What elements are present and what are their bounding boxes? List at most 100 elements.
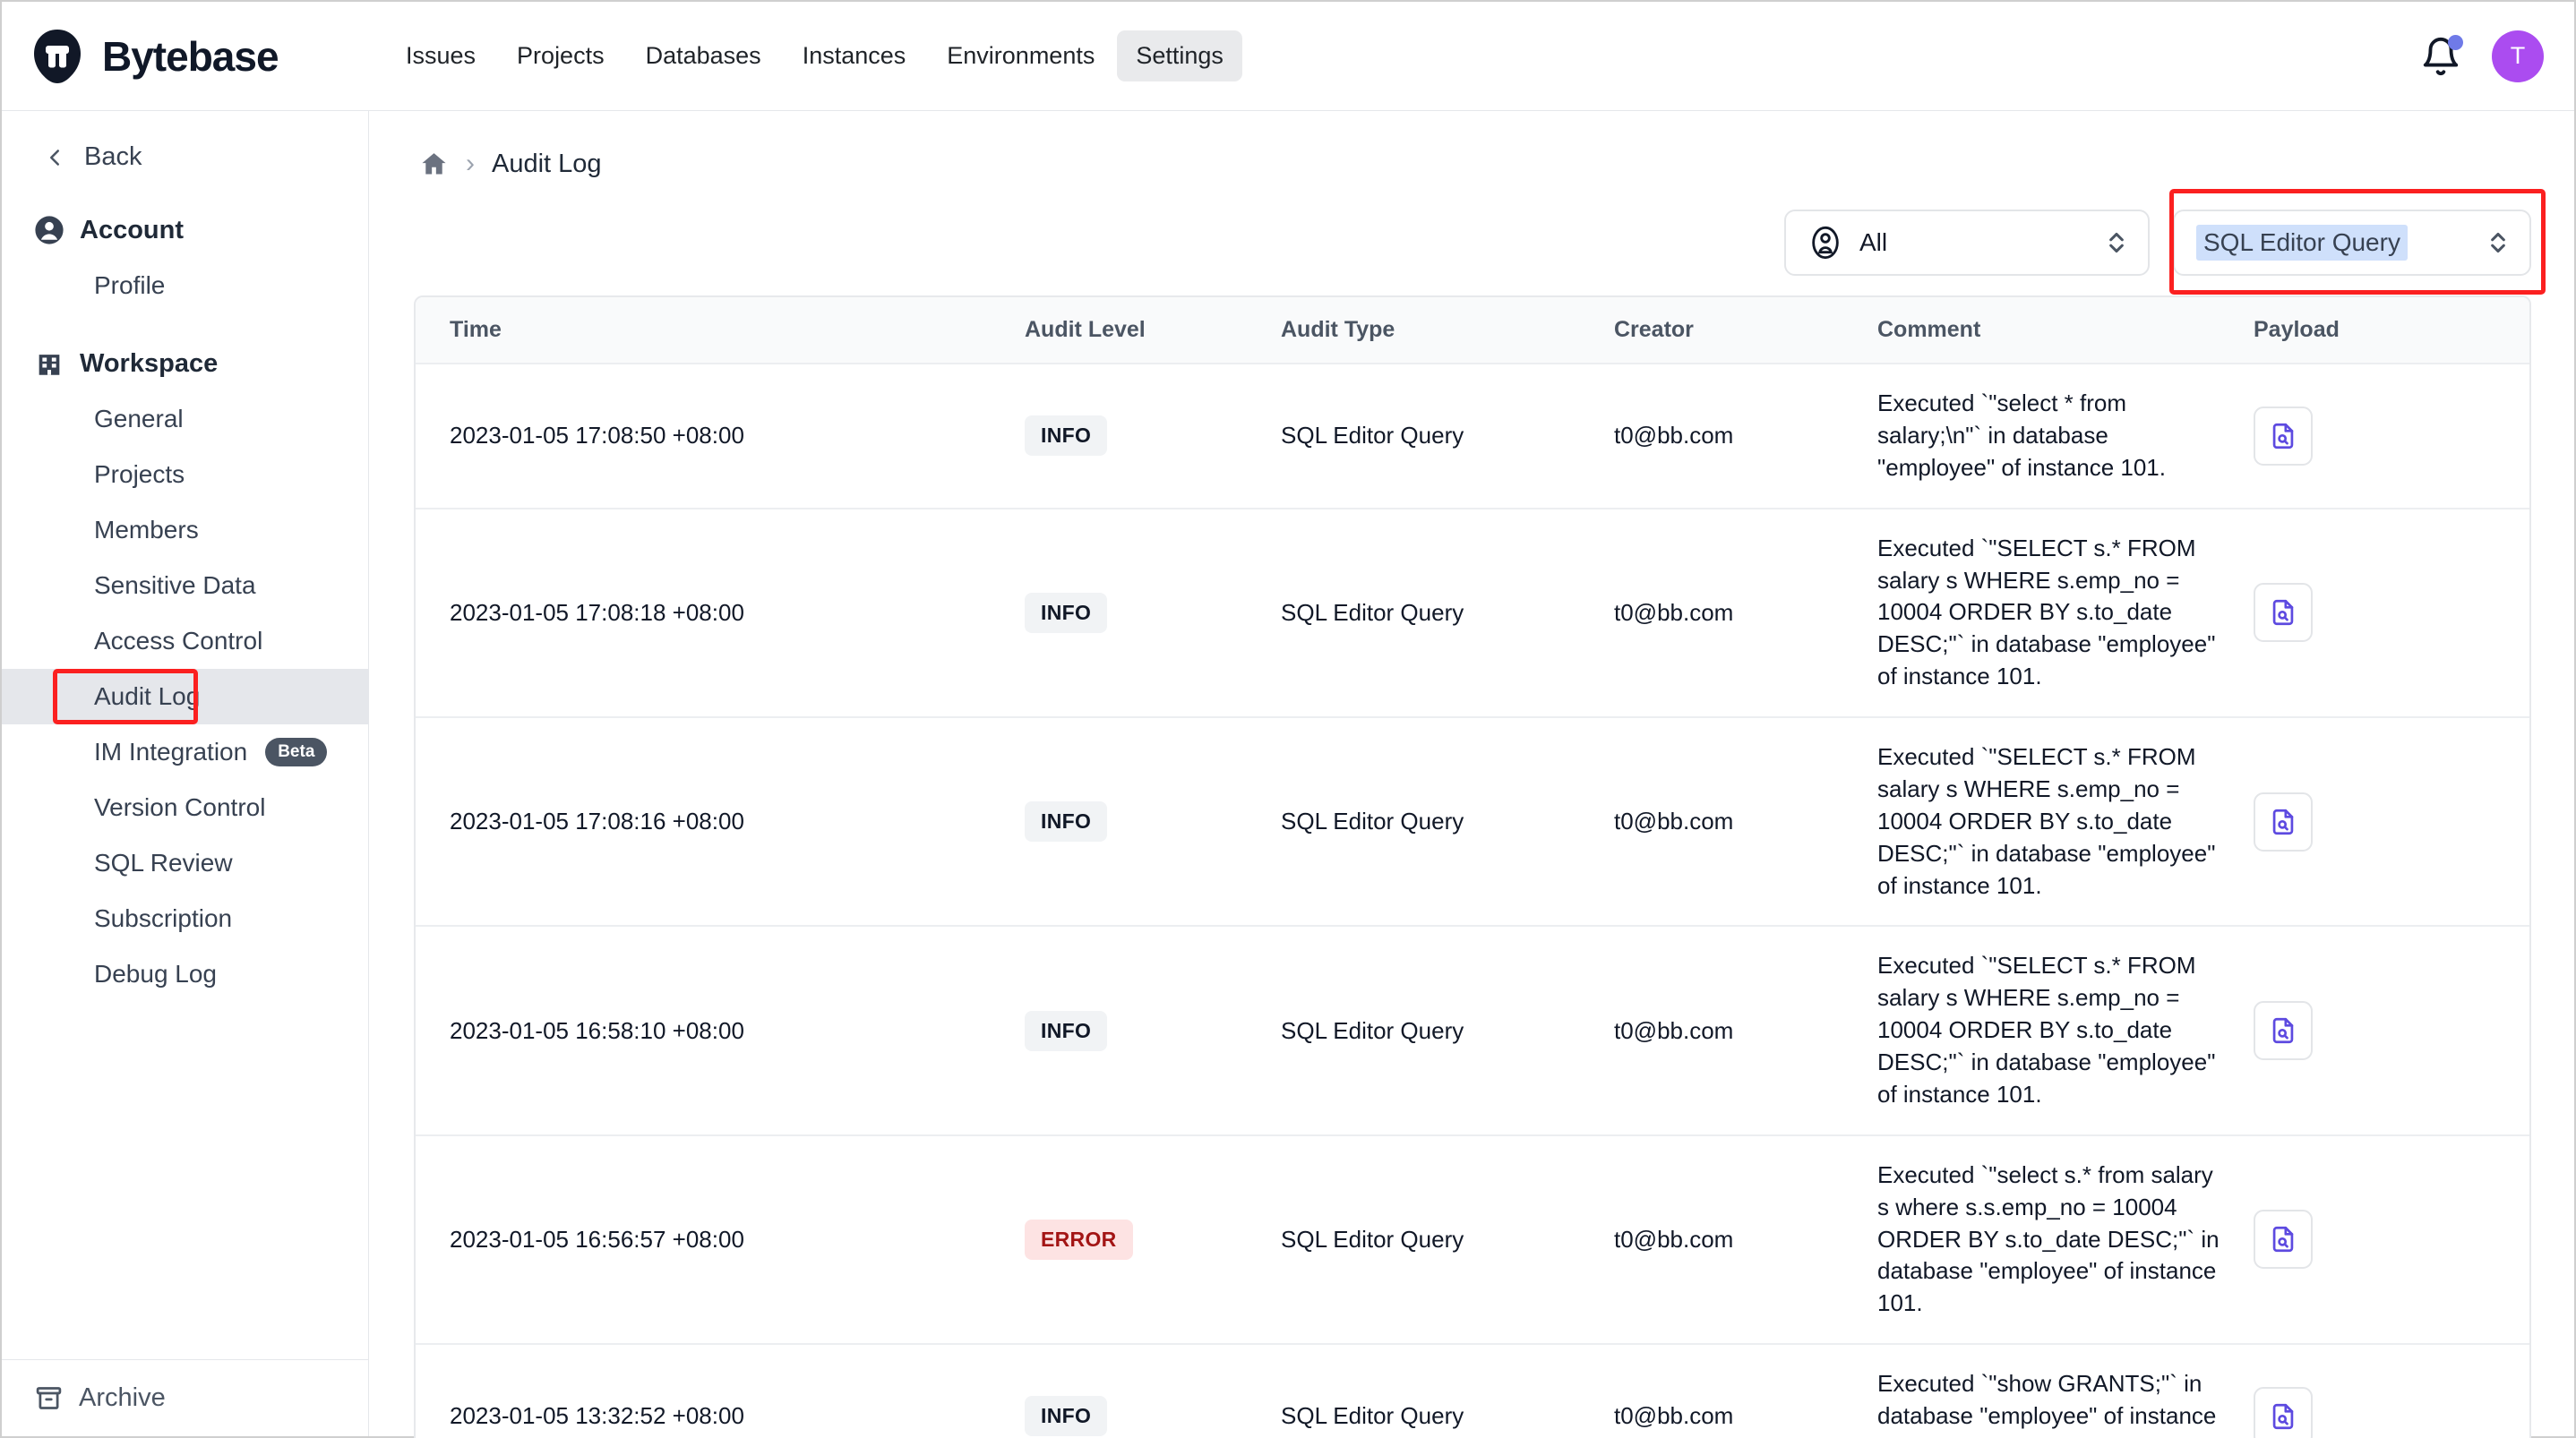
cell-payload xyxy=(2254,717,2529,926)
notification-dot xyxy=(2448,35,2463,50)
column-header-payload[interactable]: Payload xyxy=(2254,297,2529,364)
creator-filter-value: All xyxy=(1859,228,2089,257)
nav-item-issues[interactable]: Issues xyxy=(387,30,494,81)
audit-log-table: Time Audit Level Audit Type Creator Comm… xyxy=(416,297,2529,1438)
cell-creator: t0@bb.com xyxy=(1614,1344,1877,1438)
brand-logo-link[interactable]: Bytebase xyxy=(2,28,369,85)
payload-view-button[interactable] xyxy=(2254,1001,2313,1060)
payload-view-button[interactable] xyxy=(2254,1210,2313,1269)
sidebar-item-label: Members xyxy=(94,516,199,544)
sidebar-item-label: Version Control xyxy=(94,793,265,822)
cell-time: 2023-01-05 16:56:57 +08:00 xyxy=(416,1135,1025,1344)
person-circle-icon xyxy=(1807,225,1843,261)
sidebar-item-archive[interactable]: Archive xyxy=(2,1359,368,1436)
status-badge: INFO xyxy=(1025,1011,1107,1051)
sidebar-item-subscription[interactable]: Subscription xyxy=(2,891,368,946)
sidebar-item-projects[interactable]: Projects xyxy=(2,447,368,502)
cell-audit-type: SQL Editor Query xyxy=(1281,717,1614,926)
nav-item-projects[interactable]: Projects xyxy=(498,30,623,81)
sidebar-group-account: Account xyxy=(2,202,368,258)
table-row[interactable]: 2023-01-05 17:08:16 +08:00INFOSQL Editor… xyxy=(416,717,2529,926)
cell-audit-level: INFO xyxy=(1025,717,1281,926)
status-badge: INFO xyxy=(1025,801,1107,842)
nav-item-environments[interactable]: Environments xyxy=(928,30,1113,81)
sidebar-item-label: Access Control xyxy=(94,627,262,655)
sidebar-item-debug-log[interactable]: Debug Log xyxy=(2,946,368,1002)
status-badge: INFO xyxy=(1025,415,1107,456)
sidebar-item-general[interactable]: General xyxy=(2,391,368,447)
payload-view-button[interactable] xyxy=(2254,1387,2313,1438)
notifications-button[interactable] xyxy=(2420,36,2461,77)
sidebar-item-label: Projects xyxy=(94,460,185,489)
top-right-actions: T xyxy=(2420,30,2544,82)
sidebar-item-label: Profile xyxy=(94,271,165,300)
sidebar-item-members[interactable]: Members xyxy=(2,502,368,558)
cell-audit-level: ERROR xyxy=(1025,1135,1281,1344)
home-icon[interactable] xyxy=(419,150,449,179)
cell-time: 2023-01-05 13:32:52 +08:00 xyxy=(416,1344,1025,1438)
filter-bar: All SQL Editor Query xyxy=(407,210,2538,276)
beta-badge: Beta xyxy=(265,738,327,766)
sidebar-item-label: General xyxy=(94,405,184,433)
sidebar-item-audit-log[interactable]: Audit Log xyxy=(2,669,368,724)
chevron-up-down-icon xyxy=(2486,226,2510,260)
sidebar-back-text: Back xyxy=(84,142,142,172)
payload-view-button[interactable] xyxy=(2254,583,2313,642)
table-row[interactable]: 2023-01-05 16:56:57 +08:00ERROR SQL Edito… xyxy=(416,1135,2529,1344)
sidebar-group-label-account: Account xyxy=(80,216,184,245)
cell-time: 2023-01-05 17:08:18 +08:00 xyxy=(416,509,1025,717)
cell-audit-level: INFO xyxy=(1025,926,1281,1134)
column-header-audit-type[interactable]: Audit Type xyxy=(1281,297,1614,364)
top-navigation-bar: Bytebase Issues Projects Databases Insta… xyxy=(2,2,2574,111)
column-header-audit-level[interactable]: Audit Level xyxy=(1025,297,1281,364)
sidebar-item-version-control[interactable]: Version Control xyxy=(2,780,368,835)
chevron-up-down-icon xyxy=(2105,226,2128,260)
archive-icon xyxy=(34,1383,64,1413)
sidebar-back-button[interactable]: Back xyxy=(2,134,368,180)
sidebar-item-im-integration[interactable]: IM Integration Beta xyxy=(2,724,368,780)
cell-audit-type: SQL Editor Query xyxy=(1281,1344,1614,1438)
cell-audit-type: SQL Editor Query xyxy=(1281,364,1614,509)
table-row[interactable]: 2023-01-05 16:58:10 +08:00INFOSQL Editor… xyxy=(416,926,2529,1134)
audit-type-filter-select[interactable]: SQL Editor Query xyxy=(2173,210,2531,276)
cell-audit-type: SQL Editor Query xyxy=(1281,1135,1614,1344)
cell-comment: Executed `"SELECT s.* FROM salary s WHER… xyxy=(1877,509,2254,717)
cell-comment: Executed `"select s.* from salary s wher… xyxy=(1877,1135,2254,1344)
payload-view-button[interactable] xyxy=(2254,407,2313,466)
bytebase-logo-icon xyxy=(29,28,86,85)
sidebar-group-workspace: Workspace xyxy=(2,336,368,391)
cell-creator: t0@bb.com xyxy=(1614,364,1877,509)
creator-filter-select[interactable]: All xyxy=(1784,210,2150,276)
table-row[interactable]: 2023-01-05 17:08:18 +08:00INFOSQL Editor… xyxy=(416,509,2529,717)
sidebar-item-profile[interactable]: Profile xyxy=(2,258,368,313)
cell-creator: t0@bb.com xyxy=(1614,717,1877,926)
payload-view-button[interactable] xyxy=(2254,792,2313,852)
cell-audit-type: SQL Editor Query xyxy=(1281,926,1614,1134)
status-badge: ERROR xyxy=(1025,1220,1133,1260)
cell-comment: Executed `"show GRANTS;"` in database "e… xyxy=(1877,1344,2254,1438)
sidebar-item-label: IM Integration xyxy=(94,738,247,766)
table-row[interactable]: 2023-01-05 17:08:50 +08:00INFOSQL Editor… xyxy=(416,364,2529,509)
cell-payload xyxy=(2254,1344,2529,1438)
sidebar-item-access-control[interactable]: Access Control xyxy=(2,613,368,669)
main-menu: Issues Projects Databases Instances Envi… xyxy=(387,30,1242,81)
cell-comment: Executed `"SELECT s.* FROM salary s WHER… xyxy=(1877,926,2254,1134)
column-header-time[interactable]: Time xyxy=(416,297,1025,364)
settings-sidebar: Back Account Profile xyxy=(2,111,369,1436)
sidebar-item-label: Audit Log xyxy=(94,682,200,711)
building-icon xyxy=(34,348,64,379)
nav-item-instances[interactable]: Instances xyxy=(784,30,925,81)
table-row[interactable]: 2023-01-05 13:32:52 +08:00INFO SQL Editor… xyxy=(416,1344,2529,1438)
status-badge: INFO xyxy=(1025,1396,1107,1436)
nav-item-settings[interactable]: Settings xyxy=(1117,30,1242,81)
table-body: 2023-01-05 17:08:50 +08:00INFOSQL Editor… xyxy=(416,364,2529,1438)
avatar[interactable]: T xyxy=(2492,30,2544,82)
nav-item-databases[interactable]: Databases xyxy=(627,30,780,81)
column-header-comment[interactable]: Comment xyxy=(1877,297,2254,364)
sidebar-item-sql-review[interactable]: SQL Review xyxy=(2,835,368,891)
breadcrumb-current: Audit Log xyxy=(492,150,602,179)
breadcrumb-separator: › xyxy=(466,149,475,179)
column-header-creator[interactable]: Creator xyxy=(1614,297,1877,364)
cell-audit-type: SQL Editor Query xyxy=(1281,509,1614,717)
sidebar-item-sensitive-data[interactable]: Sensitive Data xyxy=(2,558,368,613)
